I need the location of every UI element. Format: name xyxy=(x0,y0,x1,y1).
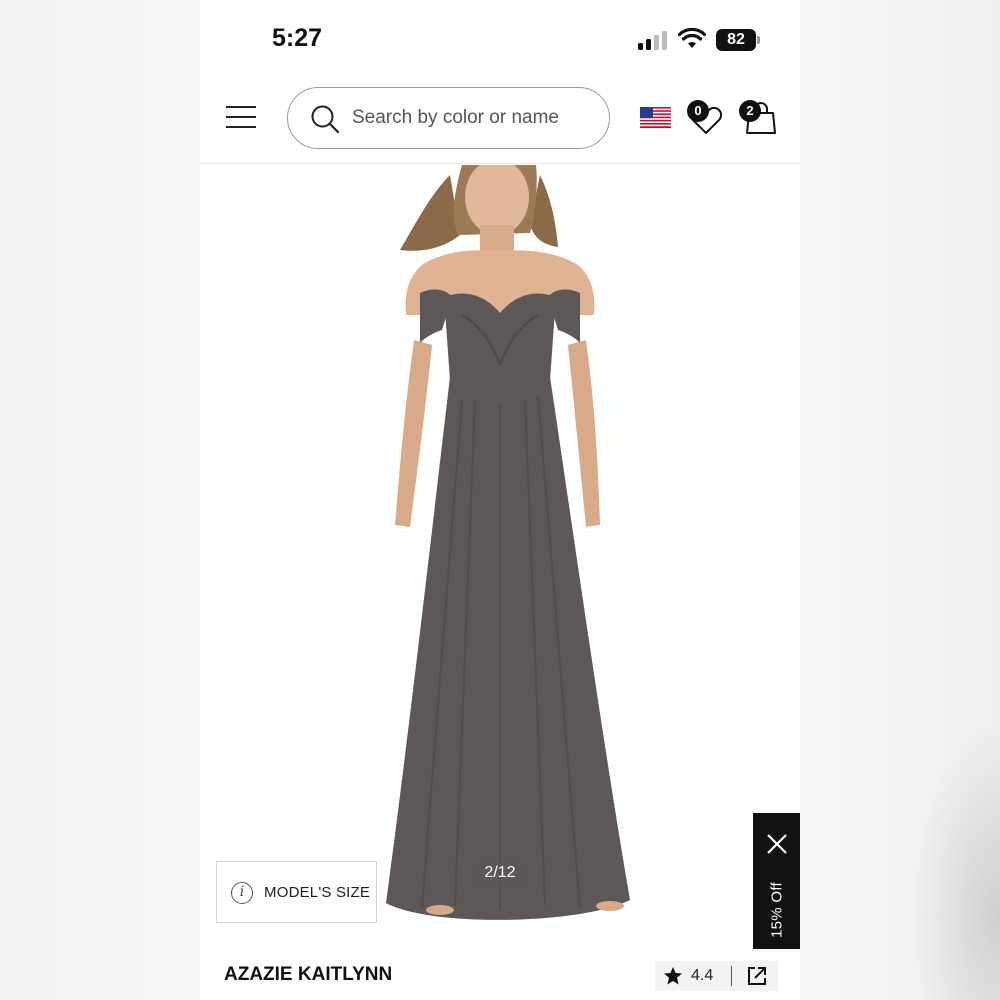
phone-screen: 5:27 82 Search by color or name 0 2 i MO… xyxy=(200,0,800,1000)
battery-icon: 82 xyxy=(716,29,760,51)
image-counter: 2/12 xyxy=(472,859,528,887)
background-right xyxy=(800,0,1000,1000)
discount-tab[interactable]: 15% Off xyxy=(753,813,800,949)
model-size-label: MODEL'S SIZE xyxy=(264,884,371,901)
search-bar[interactable] xyxy=(287,87,610,149)
status-time: 5:27 xyxy=(272,24,323,52)
wishlist-button[interactable]: 0 xyxy=(684,98,724,136)
menu-icon xyxy=(226,106,256,109)
search-input[interactable] xyxy=(352,102,592,134)
star-icon xyxy=(664,967,682,985)
rating-value: 4.4 xyxy=(691,967,714,984)
product-title: AZAZIE KAITLYNN xyxy=(224,964,393,985)
share-icon[interactable] xyxy=(746,965,768,987)
background-left xyxy=(0,0,200,1000)
product-gallery[interactable]: i MODEL'S SIZE 2/12 15% Off xyxy=(200,165,800,955)
wishlist-count-badge: 0 xyxy=(687,100,709,122)
search-icon xyxy=(311,105,340,134)
status-bar: 5:27 82 xyxy=(200,0,800,80)
rating-share-bar: 4.4 xyxy=(655,961,778,991)
discount-label: 15% Off xyxy=(768,881,786,939)
us-flag-icon[interactable] xyxy=(640,107,671,128)
divider xyxy=(731,966,732,986)
model-size-button[interactable]: i MODEL'S SIZE xyxy=(216,861,377,923)
signal-icon xyxy=(638,30,670,50)
site-header: 0 2 xyxy=(200,80,800,164)
close-icon[interactable] xyxy=(766,833,788,855)
wifi-icon xyxy=(678,28,706,48)
cart-button[interactable]: 2 xyxy=(736,98,778,138)
menu-button[interactable] xyxy=(224,104,260,132)
info-icon: i xyxy=(231,882,253,904)
cart-count-badge: 2 xyxy=(739,100,761,122)
product-photo xyxy=(386,165,630,920)
